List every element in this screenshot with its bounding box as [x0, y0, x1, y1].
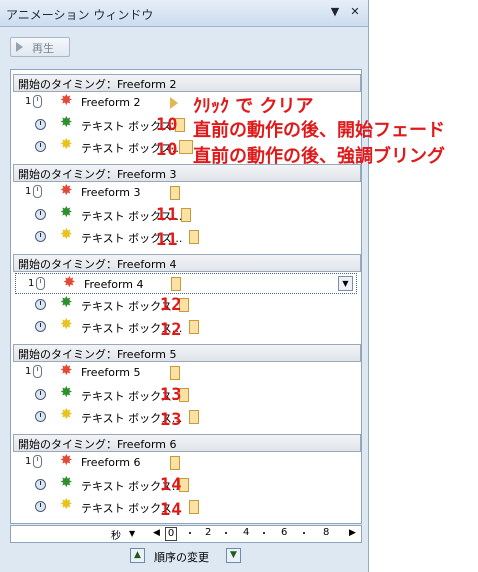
list-item[interactable]: ✸ テキスト ボックス...: [13, 316, 359, 338]
annotation-number: 10: [156, 140, 179, 160]
list-item[interactable]: ✸ テキスト ボックス...: [13, 226, 359, 248]
timing-bar[interactable]: [170, 456, 180, 470]
toolbar: 再生: [0, 27, 368, 65]
red-star-icon: ✸: [60, 451, 73, 469]
annotation-number: 11: [156, 205, 179, 225]
clock-icon: [35, 389, 46, 400]
list-item[interactable]: ✸ テキスト ボックス...: [13, 294, 359, 316]
mouse-click-icon: [33, 455, 42, 468]
annotation-number: 13: [160, 410, 183, 430]
annotation-number: 12: [160, 295, 183, 315]
time-unit-label: 秒: [111, 531, 121, 542]
list-item[interactable]: ✸ テキスト ボックス...: [13, 496, 359, 518]
play-icon: [16, 42, 23, 52]
pane-options-dropdown-icon[interactable]: ▼: [328, 5, 342, 19]
item-options-dropdown-icon[interactable]: ▼: [338, 276, 353, 291]
title-bar: アニメーション ウィンドウ ▼ ✕: [0, 0, 368, 27]
list-item[interactable]: 1 ✸ Freeform 6: [13, 452, 359, 474]
timeline-tick: 2: [205, 527, 212, 538]
annotation-number: 11: [156, 230, 179, 250]
clock-icon: [35, 231, 46, 242]
group-header[interactable]: 開始のタイミング：Freeform 5: [13, 344, 361, 362]
timeline-tick: 0: [165, 527, 177, 541]
green-star-icon: ✸: [60, 113, 73, 131]
timing-bar[interactable]: [189, 230, 199, 244]
list-item[interactable]: ✸ テキスト ボックス...: [13, 474, 359, 496]
close-icon[interactable]: ✕: [348, 5, 362, 19]
yellow-star-icon: ✸: [60, 135, 73, 153]
yellow-star-icon: ✸: [60, 315, 73, 333]
mouse-click-icon: [33, 185, 42, 198]
clock-icon: [35, 479, 46, 490]
mouse-click-icon: [33, 365, 42, 378]
timing-bar[interactable]: [170, 366, 180, 380]
timing-bar[interactable]: [189, 320, 199, 334]
timeline-tick: 4: [243, 527, 250, 538]
list-item[interactable]: ✸ テキスト ボックス...: [13, 384, 359, 406]
time-unit-dropdown-icon[interactable]: ▼: [129, 529, 135, 538]
play-label: 再生: [32, 42, 54, 55]
list-item[interactable]: 1 ✸ Freeform 5: [13, 362, 359, 384]
annotation-line-3: 直前の動作の後、強調ブリング: [193, 146, 445, 167]
list-item[interactable]: 1 ✸ Freeform 3: [13, 182, 359, 204]
timing-bar[interactable]: [189, 410, 199, 424]
scroll-left-icon[interactable]: ◀: [153, 528, 160, 538]
annotation-number: 10: [156, 115, 179, 135]
clock-icon: [35, 501, 46, 512]
annotation-line-1: ｸﾘｯｸ で クリア: [193, 96, 314, 117]
yellow-star-icon: ✸: [60, 495, 73, 513]
timeline-tick: 6: [281, 527, 288, 538]
scroll-right-icon[interactable]: ▶: [349, 528, 356, 538]
timing-bar[interactable]: [171, 277, 181, 291]
play-button[interactable]: 再生: [10, 37, 70, 57]
yellow-star-icon: ✸: [60, 225, 73, 243]
list-item[interactable]: ✸ テキスト ボックス...: [13, 204, 359, 226]
annotation-number: 14: [160, 475, 183, 495]
red-star-icon: ✸: [60, 361, 73, 379]
mouse-click-icon: [36, 277, 45, 290]
clock-icon: [35, 141, 46, 152]
timing-bar[interactable]: [189, 500, 199, 514]
clock-icon: [35, 321, 46, 332]
mouse-click-icon: [33, 95, 42, 108]
red-star-icon: ✸: [60, 91, 73, 109]
clock-icon: [35, 209, 46, 220]
timeline-ruler: 秒 ▼ ◀ 0 2 4 6 8 ▶: [10, 525, 362, 543]
red-star-icon: ✸: [63, 273, 76, 291]
move-up-icon[interactable]: ▲: [130, 548, 145, 563]
annotation-line-2: 直前の動作の後、開始フェード: [193, 120, 445, 141]
clock-icon: [35, 299, 46, 310]
red-star-icon: ✸: [60, 181, 73, 199]
pane-title: アニメーション ウィンドウ: [6, 8, 154, 22]
yellow-star-icon: ✸: [60, 405, 73, 423]
green-star-icon: ✸: [60, 383, 73, 401]
group-header[interactable]: 開始のタイミング：Freeform 6: [13, 434, 361, 452]
timing-bar[interactable]: [179, 140, 193, 154]
annotation-number: 13: [160, 385, 183, 405]
animation-pane: アニメーション ウィンドウ ▼ ✕ 再生 開始のタイミング：Freeform 2…: [0, 0, 369, 572]
reorder-label: 順序の変更: [154, 551, 209, 564]
annotation-number: 14: [160, 500, 183, 520]
clock-icon: [35, 411, 46, 422]
timing-marker[interactable]: [170, 97, 178, 109]
group-header[interactable]: 開始のタイミング：Freeform 2: [13, 74, 361, 92]
list-item[interactable]: ✸ テキスト ボックス...: [13, 406, 359, 428]
green-star-icon: ✸: [60, 293, 73, 311]
green-star-icon: ✸: [60, 203, 73, 221]
move-down-icon[interactable]: ▼: [226, 548, 241, 563]
timing-bar[interactable]: [181, 208, 191, 222]
reorder-controls: ▲ 順序の変更 ▼: [130, 548, 250, 564]
green-star-icon: ✸: [60, 473, 73, 491]
group-header[interactable]: 開始のタイミング：Freeform 4: [13, 254, 361, 272]
list-item-selected[interactable]: 1 ✸ Freeform 4 ▼: [15, 273, 357, 294]
annotation-number: 12: [160, 320, 183, 340]
timeline-tick: 8: [323, 527, 330, 538]
clock-icon: [35, 119, 46, 130]
timing-bar[interactable]: [170, 186, 180, 200]
